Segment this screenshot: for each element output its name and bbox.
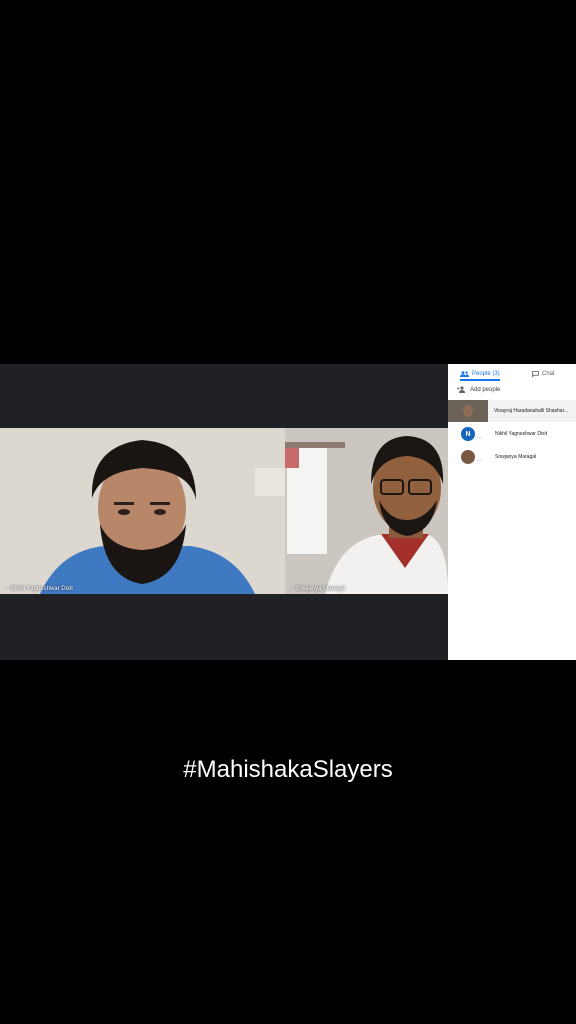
tab-people[interactable]: People (3) — [460, 364, 500, 384]
video-tile-nikhil[interactable]: ··· Nikhil Yagneshwar Dixit — [0, 428, 285, 594]
audio-level-icon: ··· — [289, 586, 294, 592]
avatar — [463, 405, 473, 417]
tile-name: Sowjanya Maragal — [295, 586, 345, 592]
participant-video-sowjanya — [285, 428, 448, 594]
participant-name: Nikhil Yagneshwar Dixit — [495, 431, 548, 437]
avatar-initial: N — [465, 430, 471, 438]
avatar: N — [461, 427, 475, 441]
add-person-icon — [457, 386, 465, 393]
people-icon — [460, 371, 469, 377]
participant-item[interactable]: ··· Sowjanya Maragal — [448, 446, 576, 468]
caption-text: #MahishakaSlayers — [183, 756, 393, 783]
participant-item[interactable]: Vinayraj Haradanahalli Shashar... — [448, 400, 576, 422]
audio-level-icon: ··· — [4, 586, 9, 592]
audio-level-icon: ··· — [476, 458, 482, 464]
participant-name: Sowjanya Maragal — [495, 454, 537, 460]
audio-level-icon: ··· — [476, 435, 482, 441]
tile-name: Nikhil Yagneshwar Dixit — [10, 586, 73, 592]
add-people-label: Add people — [470, 386, 501, 393]
chat-icon — [532, 371, 539, 377]
add-people-button[interactable]: Add people — [457, 386, 500, 393]
participant-video-nikhil — [0, 428, 285, 594]
active-tab-indicator — [460, 379, 500, 381]
tile-nametag: ··· Sowjanya Maragal — [289, 586, 345, 592]
tile-nametag: ··· Nikhil Yagneshwar Dixit — [4, 586, 73, 592]
tab-chat-label: Chat — [542, 371, 555, 377]
people-panel: People (3) Chat Add people Vinayraj Hara… — [448, 364, 576, 660]
tab-chat[interactable]: Chat — [532, 364, 555, 384]
video-tile-sowjanya[interactable]: ··· Sowjanya Maragal — [285, 428, 448, 594]
avatar — [461, 450, 475, 464]
participant-item[interactable]: N ··· Nikhil Yagneshwar Dixit — [448, 423, 576, 445]
participant-name: Vinayraj Haradanahalli Shashar... — [494, 408, 569, 414]
tab-people-label: People (3) — [472, 371, 500, 377]
participant-video-thumbnail — [448, 400, 488, 422]
